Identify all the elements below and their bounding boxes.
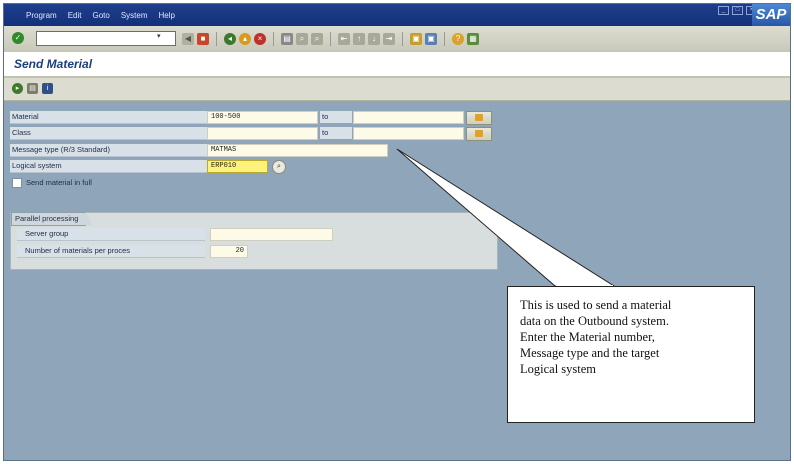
callout-line: Message type and the target <box>520 346 660 360</box>
callout-line: Logical system <box>520 362 597 376</box>
callout-line: Enter the Material number, <box>520 330 655 344</box>
sap-window: Program Edit Goto System Help _ □ × SAP … <box>3 3 791 461</box>
callout-line: This is used to send a material <box>520 298 672 312</box>
callout-note: This is used to send a material data on … <box>507 286 755 423</box>
callout-line: data on the Outbound system. <box>520 314 669 328</box>
